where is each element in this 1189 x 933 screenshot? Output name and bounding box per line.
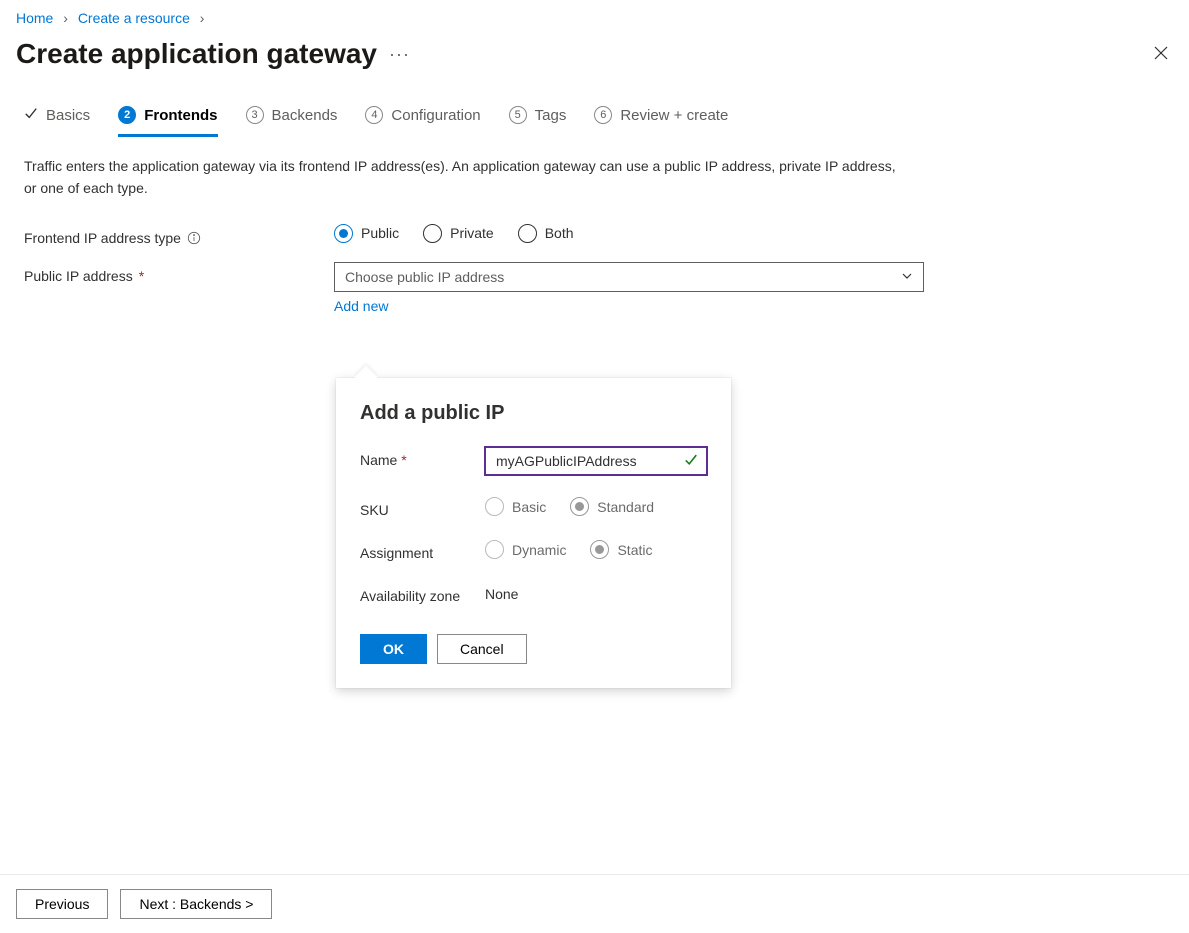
- popover-title: Add a public IP: [360, 402, 707, 425]
- radio-both[interactable]: Both: [518, 224, 574, 243]
- wizard-tabs: Basics 2 Frontends 3 Backends 4 Configur…: [0, 90, 1189, 137]
- chevron-right-icon: ›: [200, 10, 205, 26]
- radio-label: Public: [361, 225, 399, 241]
- radio-label: Static: [617, 542, 652, 558]
- radio-private[interactable]: Private: [423, 224, 494, 243]
- chevron-right-icon: ›: [63, 10, 68, 26]
- tab-label: Review + create: [620, 107, 728, 124]
- availability-zone-value: None: [485, 583, 707, 602]
- tab-label: Configuration: [391, 107, 480, 124]
- chevron-down-icon: [901, 269, 913, 285]
- info-icon[interactable]: [187, 231, 201, 245]
- radio-assign-static: Static: [590, 540, 652, 559]
- input-value: myAGPublicIPAddress: [496, 453, 637, 469]
- more-button[interactable]: ···: [389, 44, 410, 65]
- radio-icon: [518, 224, 537, 243]
- radio-icon: [485, 497, 504, 516]
- breadcrumb-home[interactable]: Home: [16, 10, 53, 26]
- tab-backends[interactable]: 3 Backends: [246, 106, 338, 137]
- radio-label: Standard: [597, 499, 654, 515]
- radio-label: Private: [450, 225, 494, 241]
- tab-label: Backends: [272, 107, 338, 124]
- radio-label: Both: [545, 225, 574, 241]
- name-input[interactable]: myAGPublicIPAddress: [485, 447, 707, 475]
- intro-text: Traffic enters the application gateway v…: [24, 155, 904, 200]
- tab-tags[interactable]: 5 Tags: [509, 106, 567, 137]
- wizard-footer: Previous Next : Backends >: [0, 874, 1189, 933]
- assignment-label: Assignment: [360, 540, 485, 561]
- radio-sku-standard: Standard: [570, 497, 654, 516]
- close-button[interactable]: [1149, 41, 1173, 68]
- public-ip-label: Public IP address *: [24, 262, 334, 284]
- tab-label: Tags: [535, 107, 567, 124]
- radio-label: Basic: [512, 499, 546, 515]
- radio-icon: [334, 224, 353, 243]
- radio-icon: [423, 224, 442, 243]
- dropdown-placeholder: Choose public IP address: [345, 269, 504, 285]
- tab-label: Frontends: [144, 107, 217, 124]
- frontend-ip-type-label: Frontend IP address type: [24, 224, 334, 246]
- previous-button[interactable]: Previous: [16, 889, 108, 919]
- sku-label: SKU: [360, 497, 485, 518]
- cancel-button[interactable]: Cancel: [437, 634, 527, 664]
- availability-zone-label: Availability zone: [360, 583, 485, 604]
- frontend-ip-type-radio-group: Public Private Both: [334, 224, 924, 243]
- tab-label: Basics: [46, 107, 90, 124]
- tab-basics[interactable]: Basics: [24, 106, 90, 137]
- name-label: Name *: [360, 447, 485, 468]
- step-number-icon: 6: [594, 106, 612, 124]
- checkmark-icon: [24, 106, 38, 124]
- ok-button[interactable]: OK: [360, 634, 427, 664]
- step-number-icon: 5: [509, 106, 527, 124]
- add-new-link[interactable]: Add new: [334, 298, 388, 314]
- radio-label: Dynamic: [512, 542, 566, 558]
- page-title: Create application gateway: [16, 38, 377, 70]
- tab-frontends[interactable]: 2 Frontends: [118, 106, 217, 137]
- radio-icon: [590, 540, 609, 559]
- breadcrumb: Home › Create a resource ›: [0, 0, 1189, 26]
- radio-sku-basic: Basic: [485, 497, 546, 516]
- valid-check-icon: [684, 453, 698, 470]
- add-public-ip-popover: Add a public IP Name * myAGPublicIPAddre…: [336, 378, 731, 688]
- radio-assign-dynamic: Dynamic: [485, 540, 566, 559]
- tab-configuration[interactable]: 4 Configuration: [365, 106, 480, 137]
- radio-public[interactable]: Public: [334, 224, 399, 243]
- step-number-icon: 3: [246, 106, 264, 124]
- public-ip-dropdown[interactable]: Choose public IP address: [334, 262, 924, 292]
- step-number-icon: 4: [365, 106, 383, 124]
- next-button[interactable]: Next : Backends >: [120, 889, 272, 919]
- step-number-icon: 2: [118, 106, 136, 124]
- close-icon: [1153, 49, 1169, 64]
- breadcrumb-create-resource[interactable]: Create a resource: [78, 10, 190, 26]
- radio-icon: [570, 497, 589, 516]
- tab-review-create[interactable]: 6 Review + create: [594, 106, 728, 137]
- radio-icon: [485, 540, 504, 559]
